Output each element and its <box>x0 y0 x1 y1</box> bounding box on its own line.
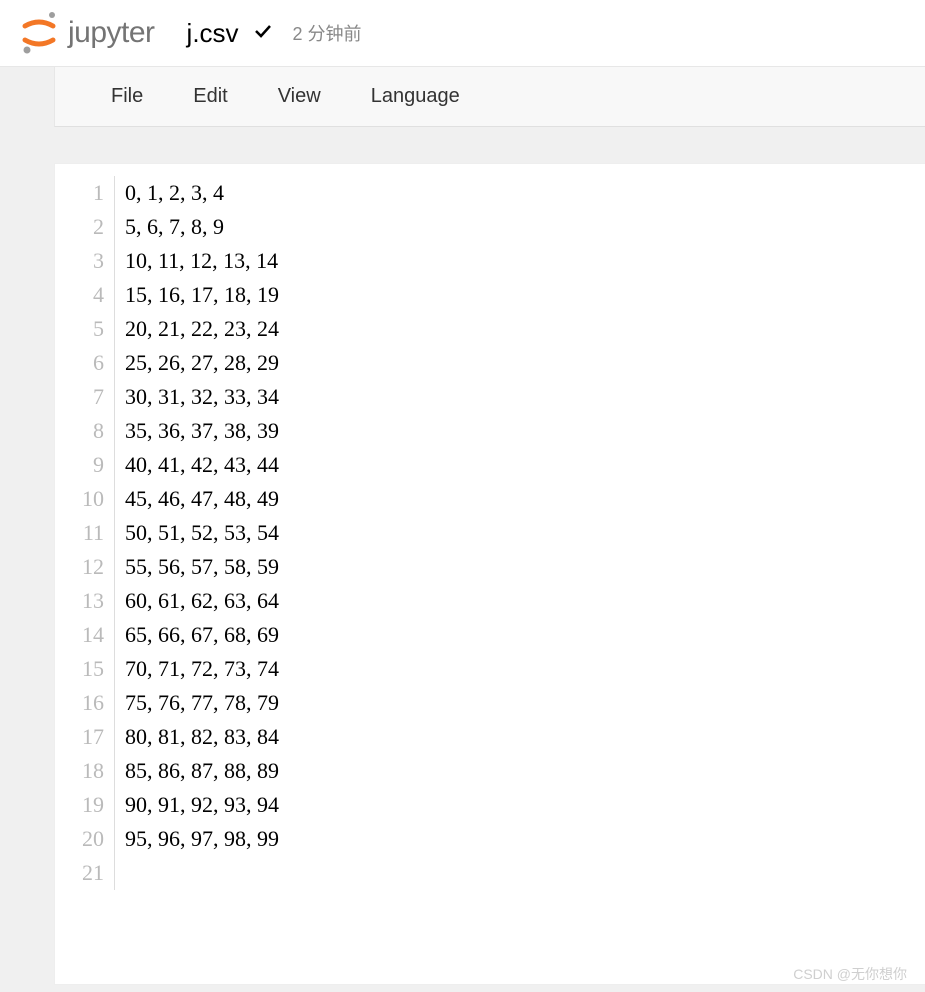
line-gutter: 123456789101112131415161718192021 <box>55 176 115 890</box>
checkmark-icon <box>255 24 271 43</box>
menu-language[interactable]: Language <box>371 85 460 108</box>
line-number: 21 <box>55 856 104 890</box>
code-line[interactable]: 85, 86, 87, 88, 89 <box>125 754 279 788</box>
line-number: 18 <box>55 754 104 788</box>
code-line[interactable]: 40, 41, 42, 43, 44 <box>125 448 279 482</box>
line-number: 4 <box>55 278 104 312</box>
jupyter-icon <box>20 10 58 56</box>
line-number: 12 <box>55 550 104 584</box>
line-number: 11 <box>55 516 104 550</box>
line-number: 3 <box>55 244 104 278</box>
header: jupyter j.csv 2 分钟前 <box>0 0 925 67</box>
line-number: 7 <box>55 380 104 414</box>
line-number: 15 <box>55 652 104 686</box>
menu-edit[interactable]: Edit <box>193 85 227 108</box>
code-line[interactable] <box>125 856 279 890</box>
code-line[interactable]: 10, 11, 12, 13, 14 <box>125 244 279 278</box>
code-line[interactable]: 45, 46, 47, 48, 49 <box>125 482 279 516</box>
editor: 123456789101112131415161718192021 0, 1, … <box>54 163 925 985</box>
line-number: 8 <box>55 414 104 448</box>
line-number: 2 <box>55 210 104 244</box>
line-number: 5 <box>55 312 104 346</box>
code-line[interactable]: 50, 51, 52, 53, 54 <box>125 516 279 550</box>
code-line[interactable]: 80, 81, 82, 83, 84 <box>125 720 279 754</box>
line-number: 20 <box>55 822 104 856</box>
code-line[interactable]: 20, 21, 22, 23, 24 <box>125 312 279 346</box>
code-line[interactable]: 5, 6, 7, 8, 9 <box>125 210 279 244</box>
watermark: CSDN @无你想你 <box>793 964 907 984</box>
code-line[interactable]: 95, 96, 97, 98, 99 <box>125 822 279 856</box>
logo-text: jupyter <box>68 16 155 50</box>
code-lines[interactable]: 0, 1, 2, 3, 45, 6, 7, 8, 910, 11, 12, 13… <box>115 176 279 890</box>
timestamp: 2 分钟前 <box>293 20 362 46</box>
code-line[interactable]: 30, 31, 32, 33, 34 <box>125 380 279 414</box>
code-line[interactable]: 60, 61, 62, 63, 64 <box>125 584 279 618</box>
code-area[interactable]: 123456789101112131415161718192021 0, 1, … <box>55 164 925 890</box>
line-number: 16 <box>55 686 104 720</box>
line-number: 1 <box>55 176 104 210</box>
line-number: 9 <box>55 448 104 482</box>
line-number: 10 <box>55 482 104 516</box>
code-line[interactable]: 55, 56, 57, 58, 59 <box>125 550 279 584</box>
filename[interactable]: j.csv <box>187 18 239 49</box>
code-line[interactable]: 25, 26, 27, 28, 29 <box>125 346 279 380</box>
line-number: 13 <box>55 584 104 618</box>
code-line[interactable]: 35, 36, 37, 38, 39 <box>125 414 279 448</box>
jupyter-logo[interactable]: jupyter <box>20 10 155 56</box>
menu-view[interactable]: View <box>278 85 321 108</box>
menubar: File Edit View Language <box>54 67 925 127</box>
code-line[interactable]: 0, 1, 2, 3, 4 <box>125 176 279 210</box>
line-number: 17 <box>55 720 104 754</box>
line-number: 19 <box>55 788 104 822</box>
line-number: 6 <box>55 346 104 380</box>
code-line[interactable]: 70, 71, 72, 73, 74 <box>125 652 279 686</box>
code-line[interactable]: 65, 66, 67, 68, 69 <box>125 618 279 652</box>
code-line[interactable]: 75, 76, 77, 78, 79 <box>125 686 279 720</box>
code-line[interactable]: 90, 91, 92, 93, 94 <box>125 788 279 822</box>
line-number: 14 <box>55 618 104 652</box>
menu-file[interactable]: File <box>111 85 143 108</box>
code-line[interactable]: 15, 16, 17, 18, 19 <box>125 278 279 312</box>
